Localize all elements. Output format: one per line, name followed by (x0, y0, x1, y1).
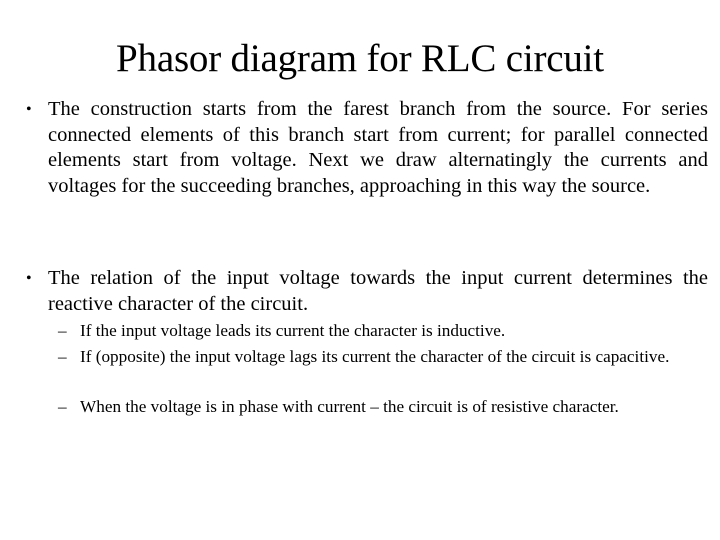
bullet-item: • The relation of the input voltage towa… (26, 266, 708, 317)
sub-bullet-item: – If (opposite) the input voltage lags i… (58, 345, 708, 369)
bullet-icon: • (26, 270, 32, 287)
dash-icon: – (58, 347, 67, 366)
dash-icon: – (58, 321, 67, 340)
bullet-text: The relation of the input voltage toward… (48, 267, 708, 315)
sub-bullet-item: – When the voltage is in phase with curr… (58, 395, 708, 419)
slide-title: Phasor diagram for RLC circuit (0, 34, 720, 84)
bullet-text: The construction starts from the farest … (48, 98, 708, 197)
sub-bullet-item: – If the input voltage leads its current… (58, 319, 708, 343)
bullet-icon: • (26, 101, 32, 118)
sub-bullet-text: If (opposite) the input voltage lags its… (80, 347, 670, 366)
sub-bullet-text: When the voltage is in phase with curren… (80, 397, 619, 416)
slide-title-text: Phasor diagram for RLC circuit (116, 37, 604, 80)
sub-bullet-text: If the input voltage leads its current t… (80, 321, 506, 340)
slide: Phasor diagram for RLC circuit • The con… (0, 0, 720, 540)
dash-icon: – (58, 397, 67, 416)
bullet-item: • The construction starts from the fares… (26, 97, 708, 199)
